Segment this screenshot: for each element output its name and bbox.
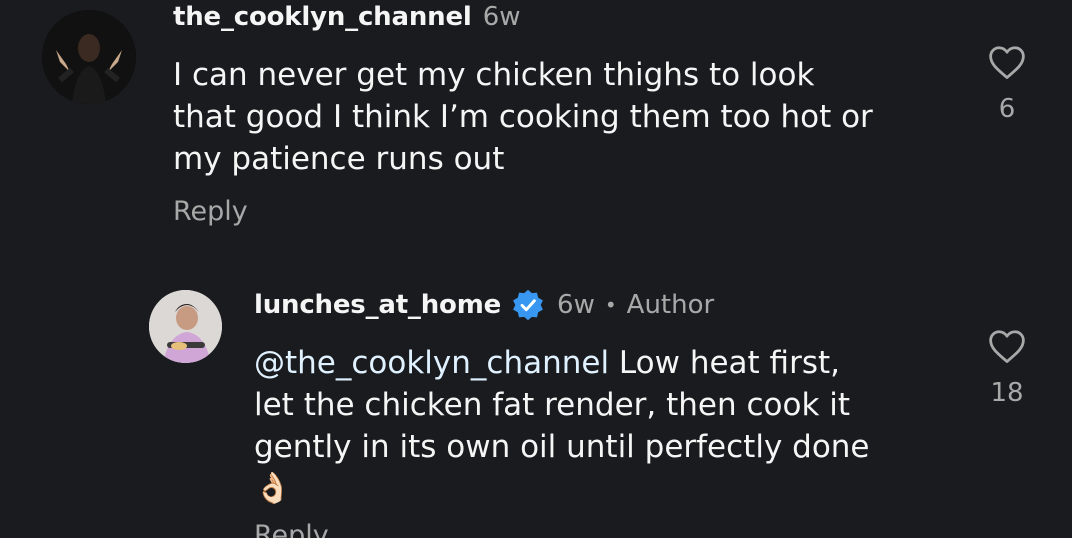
mention-link[interactable]: @the_cooklyn_channel <box>254 345 609 381</box>
comment-header: lunches_at_home 6w • Author <box>254 288 714 322</box>
like-count: 18 <box>990 378 1024 408</box>
avatar-image <box>149 290 222 363</box>
comment: the_cooklyn_channel 6w I can never get m… <box>0 0 1072 250</box>
comment-text: @the_cooklyn_channel Low heat first, let… <box>254 342 870 510</box>
reply-button[interactable]: Reply <box>173 196 248 227</box>
comment-line: let the chicken fat render, then cook it <box>254 387 851 423</box>
comment-time: 6w <box>482 2 521 32</box>
like-group: 18 <box>977 328 1037 408</box>
verified-badge-icon <box>513 289 543 321</box>
username[interactable]: lunches_at_home <box>254 290 501 320</box>
comment-line: I can never get my chicken thighs to loo… <box>173 57 815 93</box>
avatar[interactable] <box>42 10 136 104</box>
comment-header: the_cooklyn_channel 6w <box>173 2 521 32</box>
comment-line-rest: Low heat first, <box>609 345 840 381</box>
comment-line: @the_cooklyn_channel Low heat first, <box>254 342 870 384</box>
comment-line: gently in its own oil until perfectly do… <box>254 429 870 465</box>
reply-comment: lunches_at_home 6w • Author @the_cooklyn… <box>0 280 1072 538</box>
comment-time: 6w <box>557 290 595 320</box>
username[interactable]: the_cooklyn_channel <box>173 2 472 32</box>
comment-line: that good I think I’m cooking them too h… <box>173 99 873 135</box>
comments-panel: the_cooklyn_channel 6w I can never get m… <box>0 0 1072 538</box>
heart-outline-icon[interactable] <box>987 328 1027 364</box>
heart-outline-icon[interactable] <box>987 44 1027 80</box>
avatar[interactable] <box>149 290 222 363</box>
avatar-image <box>42 10 136 104</box>
like-group: 6 <box>977 44 1037 124</box>
ok-hand-emoji: 👌🏻 <box>254 471 292 506</box>
author-tag: Author <box>626 290 715 320</box>
comment-text: I can never get my chicken thighs to loo… <box>173 54 873 180</box>
reply-button[interactable]: Reply <box>254 520 329 538</box>
meta-separator: • <box>604 293 617 317</box>
like-count: 6 <box>998 94 1016 124</box>
comment-line: my patience runs out <box>173 141 505 177</box>
